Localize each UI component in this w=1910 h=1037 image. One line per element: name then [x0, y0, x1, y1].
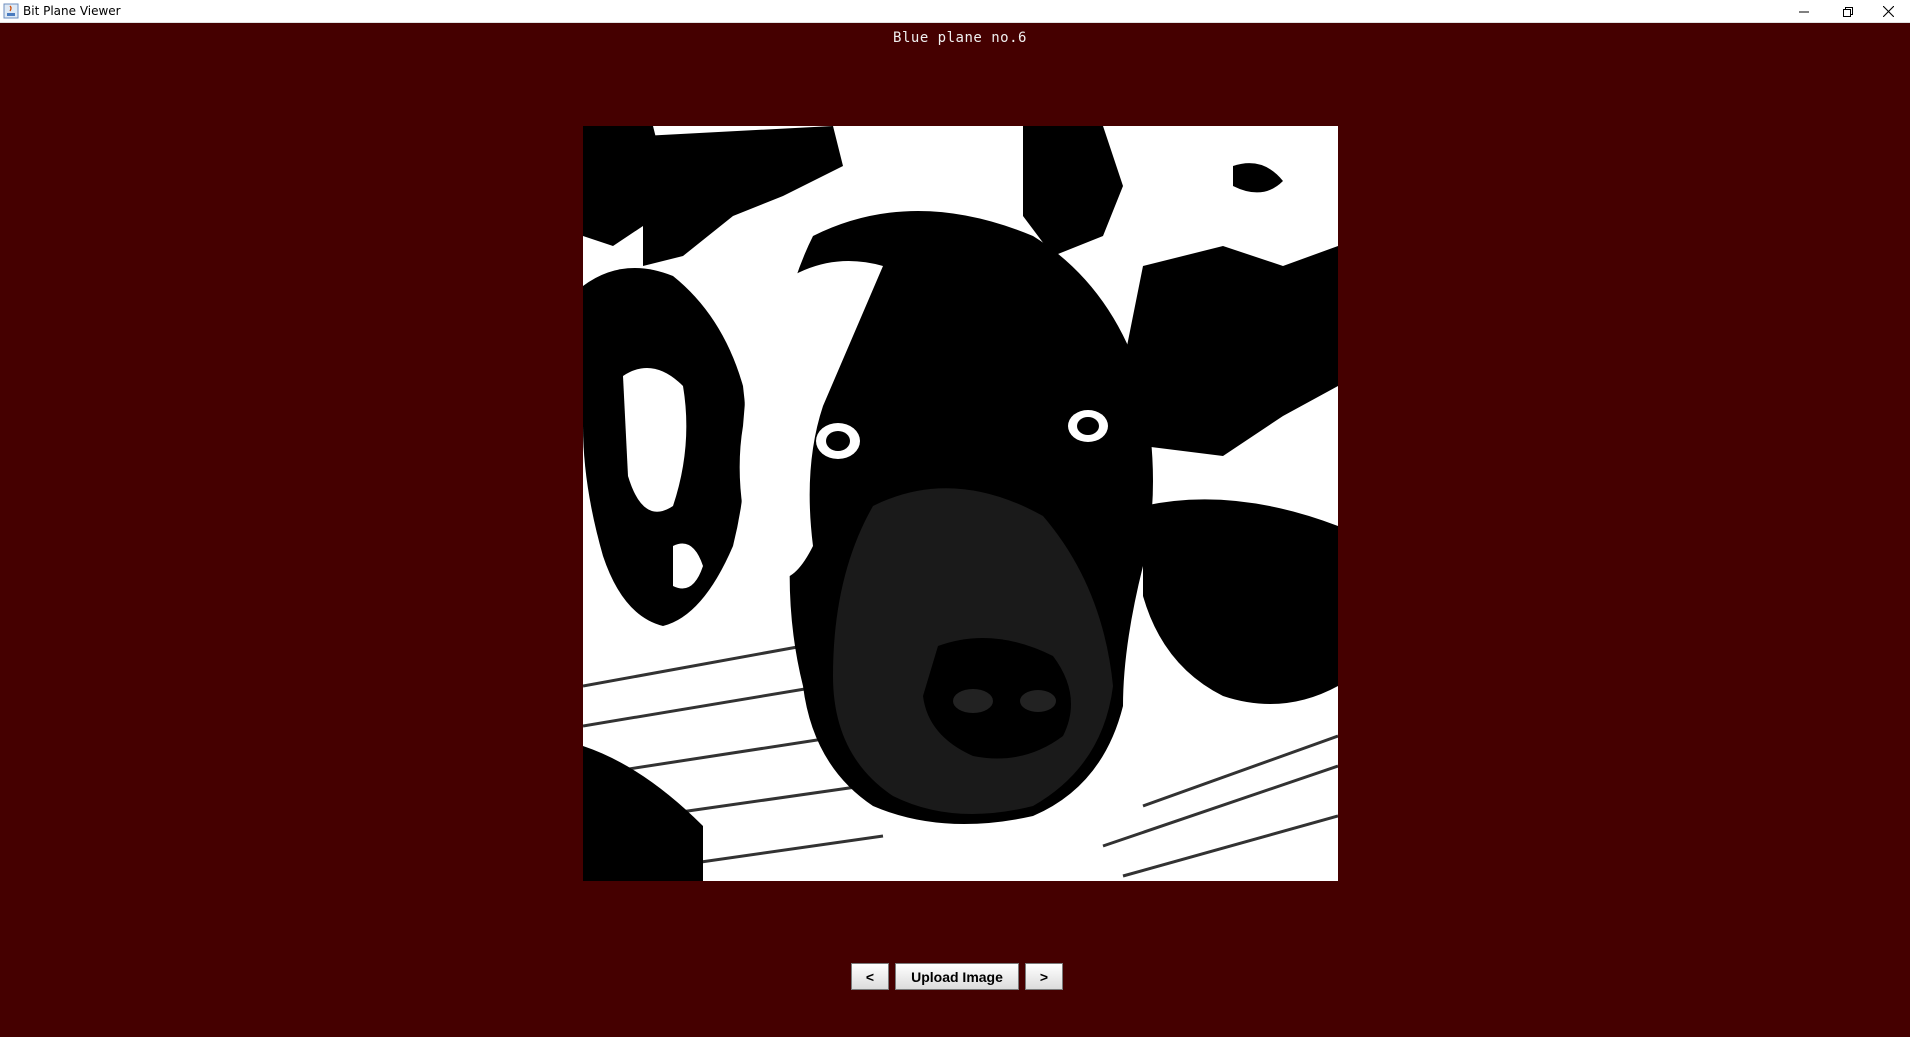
minimize-button[interactable] — [1782, 0, 1826, 23]
next-plane-button[interactable]: > — [1025, 963, 1063, 990]
bit-plane-image — [583, 126, 1338, 881]
close-button[interactable] — [1866, 0, 1910, 23]
dog-bitplane-picture — [583, 126, 1338, 881]
title-bar: Bit Plane Viewer — [0, 0, 1910, 23]
navigation-controls: < Upload Image > — [851, 963, 1063, 990]
upload-image-button[interactable]: Upload Image — [895, 963, 1019, 990]
app-window: Bit Plane Viewer Blue plane no.6 < Uploa… — [0, 0, 1910, 1037]
restore-icon — [1843, 6, 1853, 17]
previous-plane-button[interactable]: < — [851, 963, 889, 990]
window-title: Bit Plane Viewer — [23, 4, 121, 18]
java-app-icon — [3, 3, 19, 19]
minimize-icon — [1799, 11, 1809, 12]
close-icon — [1882, 6, 1894, 17]
plane-label: Blue plane no.6 — [893, 30, 1027, 46]
restore-button[interactable] — [1826, 0, 1870, 23]
